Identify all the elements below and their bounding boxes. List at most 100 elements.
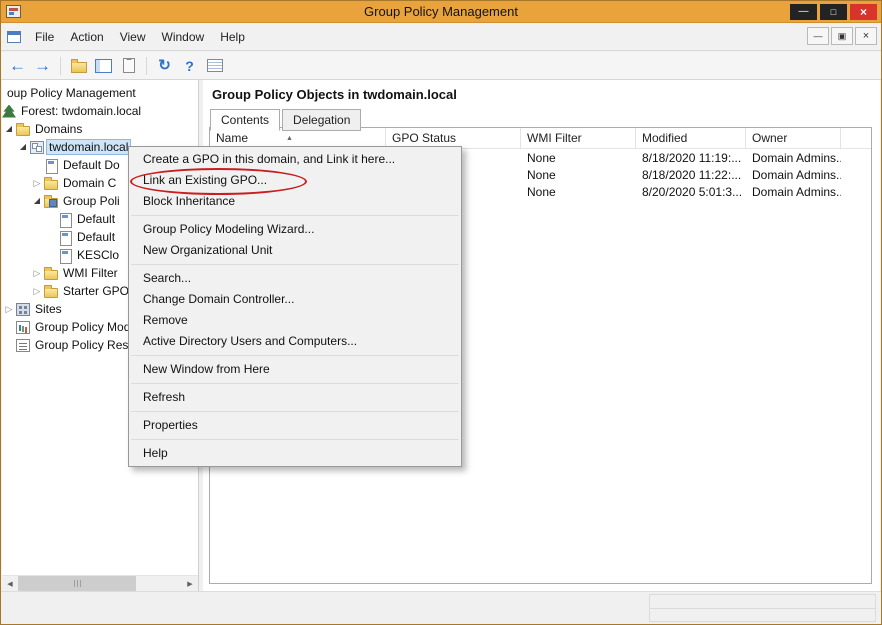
menu-window[interactable]: Window — [154, 25, 213, 49]
tree-item-label: oup Policy Management — [5, 86, 138, 100]
sites-icon — [16, 303, 30, 316]
scroll-left-icon[interactable] — [2, 576, 18, 591]
cell: None — [521, 183, 636, 200]
column-header-modified[interactable]: Modified — [636, 128, 746, 148]
menu-action[interactable]: Action — [62, 25, 111, 49]
console-restore-button[interactable]: ▣ — [831, 27, 853, 45]
scrollbar-thumb[interactable] — [18, 576, 136, 591]
expanded-arrow-icon[interactable]: ◢ — [2, 125, 16, 133]
cell: Domain Admins... — [746, 183, 841, 200]
status-panel — [649, 594, 876, 622]
tree-item-label: Forest: twdomain.local — [19, 104, 143, 118]
tree-item-label: Group Policy Resu — [33, 338, 137, 352]
tree-item-label: Group Policy Mod — [33, 320, 132, 334]
tree-item-domains[interactable]: ◢Domains — [2, 120, 198, 138]
toolbar-separator — [146, 57, 147, 75]
collapsed-arrow-icon[interactable]: ▷ — [30, 179, 44, 188]
gpo-link-icon — [44, 159, 58, 172]
context-menu-item-help[interactable]: Help — [129, 443, 461, 464]
context-menu-item-active-directory-users-and-computers[interactable]: Active Directory Users and Computers... — [129, 331, 461, 352]
tab-delegation[interactable]: Delegation — [282, 109, 361, 131]
folder-icon — [44, 180, 58, 190]
context-menu-item-create-a-gpo-in-this-domain-and-link-it-here[interactable]: Create a GPO in this domain, and Link it… — [129, 149, 461, 170]
console-close-button[interactable]: × — [855, 27, 877, 45]
tree-item-label: Starter GPO — [61, 284, 131, 298]
up-one-level-icon[interactable] — [67, 55, 90, 76]
gpo-icon — [58, 231, 72, 244]
context-menu-item-refresh[interactable]: Refresh — [129, 387, 461, 408]
menu-file[interactable]: File — [27, 25, 62, 49]
cell: 8/20/2020 5:01:3... — [636, 183, 746, 200]
context-menu: Create a GPO in this domain, and Link it… — [128, 146, 462, 467]
window-minimize-button[interactable]: — — [790, 4, 817, 20]
tree-item-label: Group Poli — [61, 194, 122, 208]
folder-gpo-icon — [44, 198, 58, 208]
expanded-arrow-icon[interactable]: ◢ — [30, 197, 44, 205]
group-policy-management-window: Group Policy Management —□× FileActionVi… — [0, 0, 882, 625]
folder-icon — [44, 270, 58, 280]
cell — [841, 149, 871, 166]
column-header-gpo-status[interactable]: GPO Status — [386, 128, 521, 148]
back-icon[interactable] — [6, 55, 29, 76]
context-menu-item-new-window-from-here[interactable]: New Window from Here — [129, 359, 461, 380]
tree-item-label: Domain C — [61, 176, 118, 190]
app-icon — [6, 5, 21, 18]
context-menu-item-group-policy-modeling-wizard[interactable]: Group Policy Modeling Wizard... — [129, 219, 461, 240]
export-list-icon[interactable] — [203, 55, 226, 76]
context-menu-item-link-an-existing-gpo[interactable]: Link an Existing GPO... — [129, 170, 461, 191]
cell: Domain Admins... — [746, 166, 841, 183]
show-console-tree-icon[interactable] — [92, 55, 115, 76]
collapsed-arrow-icon[interactable]: ▷ — [2, 305, 16, 314]
menu-bar-items: FileActionViewWindowHelp — [27, 25, 253, 49]
menu-separator — [131, 439, 459, 440]
tree-item-label: twdomain.local — [47, 140, 130, 154]
column-header-owner[interactable]: Owner — [746, 128, 841, 148]
context-menu-item-remove[interactable]: Remove — [129, 310, 461, 331]
context-menu-item-change-domain-controller[interactable]: Change Domain Controller... — [129, 289, 461, 310]
collapsed-arrow-icon[interactable]: ▷ — [30, 287, 44, 296]
tree-horizontal-scrollbar[interactable] — [2, 575, 198, 591]
help-icon[interactable] — [178, 55, 201, 76]
tree-item-oup-policy-management[interactable]: oup Policy Management — [2, 84, 198, 102]
console-minimize-button[interactable]: — — [807, 27, 829, 45]
title-bar[interactable]: Group Policy Management —□× — [1, 1, 881, 23]
cell: None — [521, 166, 636, 183]
forward-icon[interactable] — [31, 55, 54, 76]
copy-icon[interactable] — [117, 55, 140, 76]
refresh-icon[interactable] — [153, 55, 176, 76]
menu-separator — [131, 215, 459, 216]
model-icon — [16, 321, 30, 334]
toolbar-icons — [6, 55, 226, 76]
tree-item-forest-twdomain-local[interactable]: Forest: twdomain.local — [2, 102, 198, 120]
toolbar-separator — [60, 57, 61, 75]
scroll-right-icon[interactable] — [182, 576, 198, 591]
tree-item-label: Sites — [33, 302, 64, 316]
folder-icon — [16, 126, 30, 136]
gpo-icon — [58, 249, 72, 262]
console-icon — [7, 31, 21, 43]
tree-item-label: Default — [75, 230, 117, 244]
context-menu-item-block-inheritance[interactable]: Block Inheritance — [129, 191, 461, 212]
context-menu-item-properties[interactable]: Properties — [129, 415, 461, 436]
context-menu-item-search[interactable]: Search... — [129, 268, 461, 289]
menu-help[interactable]: Help — [212, 25, 253, 49]
menu-separator — [131, 383, 459, 384]
menu-separator — [131, 264, 459, 265]
window-maximize-button[interactable]: □ — [820, 4, 847, 20]
toolbar — [1, 52, 881, 80]
menu-view[interactable]: View — [112, 25, 154, 49]
child-window-controls: —▣× — [807, 27, 877, 45]
tree-item-label: KESClo — [75, 248, 121, 262]
context-menu-item-new-organizational-unit[interactable]: New Organizational Unit — [129, 240, 461, 261]
status-bar — [1, 591, 881, 624]
column-header-wmi-filter[interactable]: WMI Filter — [521, 128, 636, 148]
collapsed-arrow-icon[interactable]: ▷ — [30, 269, 44, 278]
window-close-button[interactable]: × — [850, 4, 877, 20]
tab-strip: ContentsDelegation — [210, 108, 363, 130]
tab-contents[interactable]: Contents — [210, 109, 280, 131]
scrollbar-track[interactable] — [136, 576, 182, 591]
expanded-arrow-icon[interactable]: ◢ — [16, 143, 30, 151]
column-header-filler — [841, 128, 871, 148]
title-controls: —□× — [790, 4, 877, 20]
column-header-name[interactable]: Name▲ — [210, 128, 386, 148]
